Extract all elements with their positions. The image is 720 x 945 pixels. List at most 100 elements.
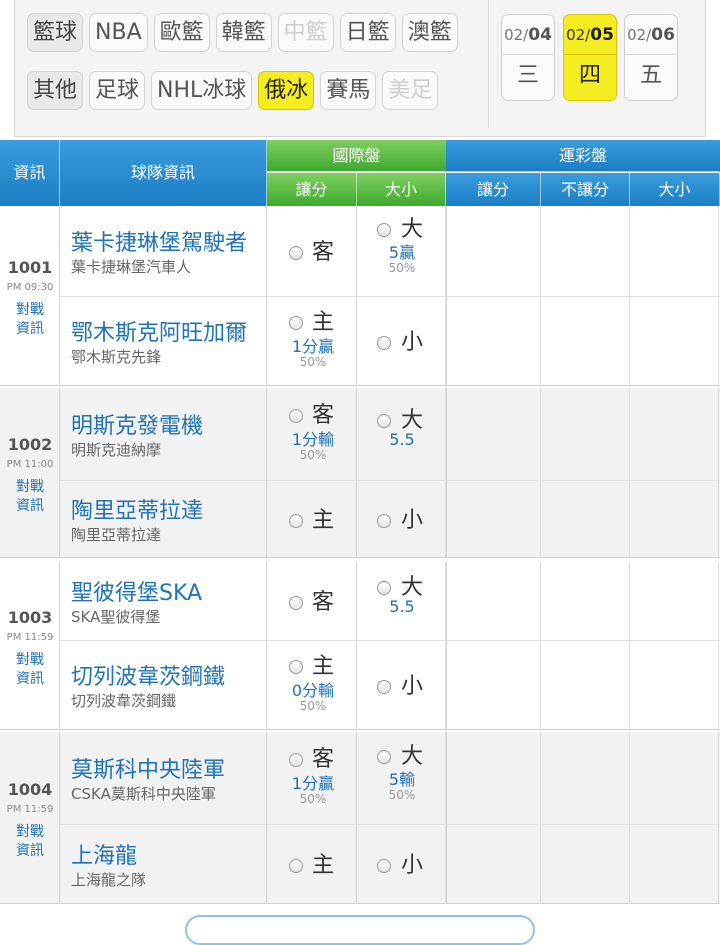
total-radio-home[interactable] xyxy=(377,859,391,873)
date-label: 02/06 xyxy=(625,15,677,55)
game-number: 1003 xyxy=(7,608,53,627)
total-radio-home[interactable] xyxy=(377,336,391,350)
spread-radio-away[interactable] xyxy=(289,753,303,767)
spread-side-label: 客 xyxy=(312,403,335,428)
spread-odds: 1分贏 xyxy=(291,337,335,356)
team-name[interactable]: 莫斯科中央陸軍 xyxy=(71,752,225,784)
lottery-cell xyxy=(446,388,541,558)
category-korea-basketball[interactable]: 韓籃 xyxy=(215,13,272,52)
total-radio-away[interactable] xyxy=(377,581,391,595)
matchup-info-link[interactable]: 對戰 資訊 xyxy=(0,823,60,861)
team-name[interactable]: 切列波韋茨鋼鐵 xyxy=(71,659,225,691)
date-tab-0206[interactable]: 02/06 五 xyxy=(624,14,678,101)
team-subname: 上海龍之隊 xyxy=(71,871,147,889)
game-time: PM 11:59 xyxy=(6,632,54,643)
lottery-cell xyxy=(630,388,719,558)
matchup-label-1: 對戰 xyxy=(16,824,44,840)
divider xyxy=(488,0,489,128)
spread-side-label: 客 xyxy=(312,747,335,772)
total-radio-home[interactable] xyxy=(377,514,391,528)
team-subname: 明斯克迪納摩 xyxy=(71,441,162,459)
spread-radio-away[interactable] xyxy=(289,596,303,610)
total-side-label: 小 xyxy=(401,853,424,878)
team-away: 莫斯科中央陸軍 CSKA莫斯科中央陸軍 xyxy=(60,732,267,824)
game-row: 1004 PM 11:59 對戰 資訊 莫斯科中央陸軍 CSKA莫斯科中央陸軍 客 1分贏 50… xyxy=(0,732,720,904)
team-home: 陶里亞蒂拉達 陶里亞蒂拉達 xyxy=(60,480,267,558)
spread-side-label: 客 xyxy=(312,240,335,265)
date-tab-0205[interactable]: 02/05 四 xyxy=(563,14,617,101)
date-tab-0204[interactable]: 02/04 三 xyxy=(501,14,555,101)
lottery-cell xyxy=(446,562,541,730)
lottery-cell xyxy=(541,562,630,730)
lottery-cell xyxy=(541,388,630,558)
header-lottery-nospread: 不讓分 xyxy=(541,173,630,206)
total-radio-away[interactable] xyxy=(377,750,391,764)
total-radio-away[interactable] xyxy=(377,223,391,237)
matchup-info-link[interactable]: 對戰 資訊 xyxy=(0,301,60,339)
total-side-label: 小 xyxy=(401,330,424,355)
spread-percent: 50% xyxy=(299,792,327,806)
game-number: 1001 xyxy=(7,258,53,277)
category-horse-racing[interactable]: 賽馬 xyxy=(320,71,377,110)
total-side-label: 小 xyxy=(401,674,424,699)
spread-side-label: 主 xyxy=(312,654,335,679)
matchup-info-link[interactable]: 對戰 資訊 xyxy=(0,651,60,689)
category-euro-basketball[interactable]: 歐籃 xyxy=(153,13,210,52)
game-time: PM 09:30 xyxy=(6,282,54,293)
game-info-cell: 1001 PM 09:30 對戰 資訊 xyxy=(0,206,60,386)
team-name[interactable]: 鄂木斯克阿旺加爾 xyxy=(71,315,247,347)
load-more-button[interactable] xyxy=(185,915,535,945)
spread-radio-home[interactable] xyxy=(289,859,303,873)
team-subname: 陶里亞蒂拉達 xyxy=(71,526,162,544)
team-name[interactable]: 葉卡捷琳堡駕駛者 xyxy=(71,225,247,257)
team-name[interactable]: 聖彼得堡SKA xyxy=(71,575,202,607)
spread-side-label: 主 xyxy=(312,508,335,533)
spread-radio-home[interactable] xyxy=(289,514,303,528)
weekday-label: 三 xyxy=(516,63,539,88)
team-name[interactable]: 陶里亞蒂拉達 xyxy=(71,493,203,525)
category-aus-basketball[interactable]: 澳籃 xyxy=(401,13,458,52)
spread-odds: 1分輸 xyxy=(291,430,335,449)
category-china-basketball: 中籃 xyxy=(277,13,334,52)
total-side-label: 小 xyxy=(401,508,424,533)
team-subname: 葉卡捷琳堡汽車人 xyxy=(71,258,192,276)
game-time: PM 11:00 xyxy=(6,459,54,470)
category-nba[interactable]: NBA xyxy=(89,13,148,52)
matchup-info-link[interactable]: 對戰 資訊 xyxy=(0,478,60,516)
team-home: 切列波韋茨鋼鐵 切列波韋茨鋼鐵 xyxy=(60,640,267,730)
category-nhl[interactable]: NHL冰球 xyxy=(151,71,253,110)
team-name[interactable]: 明斯克發電機 xyxy=(71,408,203,440)
game-time: PM 11:59 xyxy=(6,804,54,815)
total-radio-away[interactable] xyxy=(377,414,391,428)
total-radio-home[interactable] xyxy=(377,680,391,694)
spread-radio-home[interactable] xyxy=(289,660,303,674)
spread-percent: 50% xyxy=(299,448,327,462)
spread-side-label: 客 xyxy=(312,590,335,615)
category-soccer[interactable]: 足球 xyxy=(89,71,146,110)
spread-radio-home[interactable] xyxy=(289,316,303,330)
game-number: 1004 xyxy=(7,780,53,799)
category-basketball[interactable]: 籃球 xyxy=(27,13,84,52)
matchup-label-2: 資訊 xyxy=(16,498,44,514)
spread-side-label: 主 xyxy=(312,310,335,335)
game-info-cell: 1003 PM 11:59 對戰 資訊 xyxy=(0,562,60,730)
category-other[interactable]: 其他 xyxy=(27,71,84,110)
category-russian-hockey[interactable]: 俄冰 xyxy=(258,71,315,110)
category-row-basketball: 籃球 NBA 歐籃 韓籃 中籃 日籃 澳籃 xyxy=(27,13,458,52)
category-japan-basketball[interactable]: 日籃 xyxy=(339,13,396,52)
spread-odds: 1分贏 xyxy=(291,774,335,793)
weekday-label: 四 xyxy=(578,63,601,88)
header-intl-group: 國際盤 xyxy=(267,140,446,172)
header-info: 資訊 xyxy=(0,140,60,206)
spread-odds: 0分輸 xyxy=(291,681,335,700)
lottery-cell xyxy=(630,206,719,386)
spread-percent: 50% xyxy=(299,355,327,369)
lottery-cell xyxy=(446,206,541,386)
category-row-other: 其他 足球 NHL冰球 俄冰 賽馬 美足 xyxy=(27,71,439,110)
lottery-cell xyxy=(630,732,719,904)
spread-radio-away[interactable] xyxy=(289,409,303,423)
team-name[interactable]: 上海龍 xyxy=(71,838,137,870)
lottery-cell xyxy=(541,732,630,904)
spread-radio-away[interactable] xyxy=(289,246,303,260)
total-odds: 5輸 xyxy=(388,770,416,789)
